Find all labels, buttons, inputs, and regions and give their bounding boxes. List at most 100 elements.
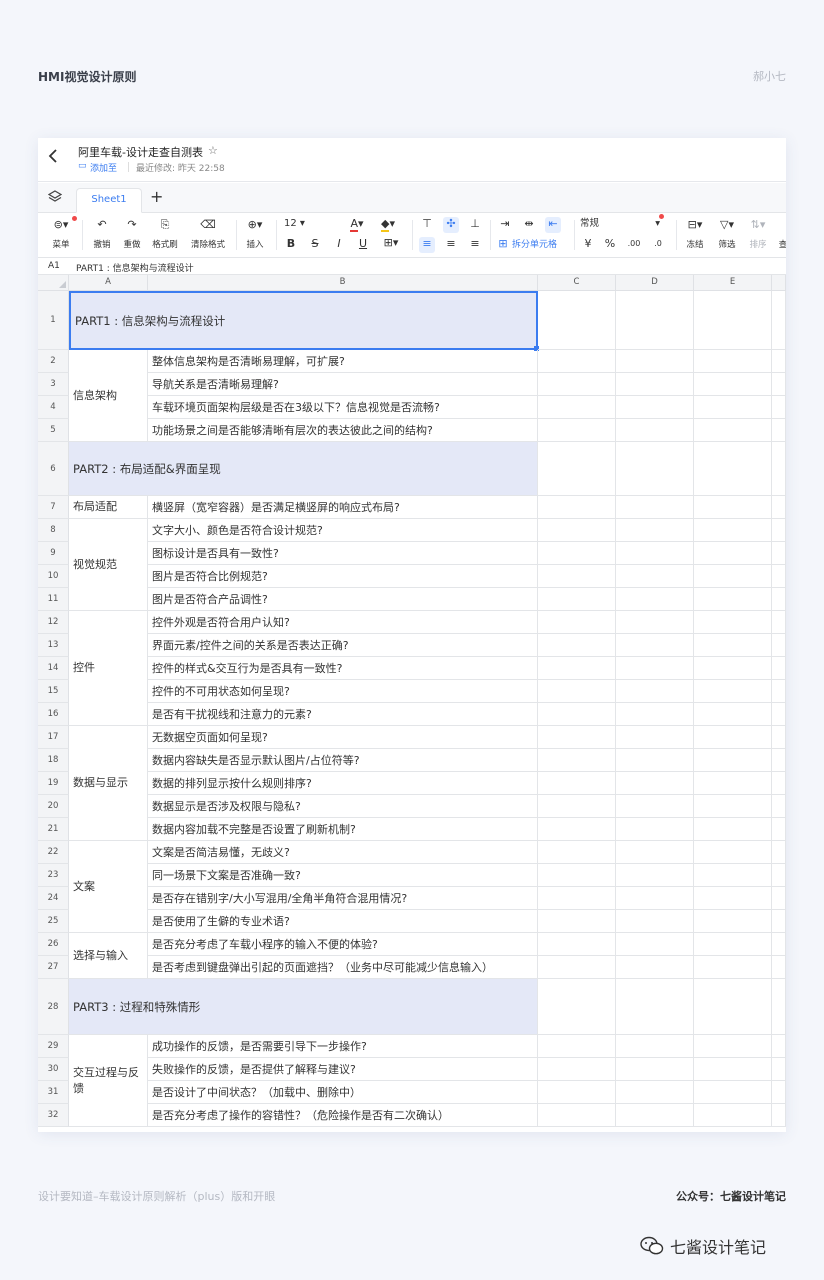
empty-cell[interactable] bbox=[538, 910, 616, 933]
add-to-link[interactable]: 添加至 bbox=[90, 161, 117, 174]
column-width-icon[interactable]: ⇹ bbox=[520, 217, 538, 231]
align-right-icon[interactable]: ≡ bbox=[466, 237, 484, 251]
category-cell[interactable]: 控件 bbox=[69, 611, 148, 726]
empty-cell[interactable] bbox=[772, 373, 786, 396]
empty-cell[interactable] bbox=[694, 818, 772, 841]
category-cell[interactable]: 数据与显示 bbox=[69, 726, 148, 841]
empty-cell[interactable] bbox=[772, 542, 786, 565]
back-icon[interactable] bbox=[48, 148, 64, 168]
empty-cell[interactable] bbox=[538, 795, 616, 818]
empty-cell[interactable] bbox=[694, 772, 772, 795]
folder-icon[interactable]: ▭ bbox=[78, 161, 87, 171]
fit-width-icon[interactable]: ⇥ bbox=[496, 217, 514, 231]
empty-cell[interactable] bbox=[772, 291, 786, 350]
category-cell[interactable]: 选择与输入 bbox=[69, 933, 148, 979]
category-cell[interactable]: 文案 bbox=[69, 841, 148, 933]
column-header-e[interactable]: E bbox=[694, 275, 772, 291]
checklist-item-cell[interactable]: 横竖屏（宽窄容器）是否满足横竖屏的响应式布局? bbox=[148, 496, 538, 519]
empty-cell[interactable] bbox=[694, 1104, 772, 1127]
empty-cell[interactable] bbox=[772, 749, 786, 772]
empty-cell[interactable] bbox=[694, 291, 772, 350]
empty-cell[interactable] bbox=[616, 657, 694, 680]
category-cell[interactable]: 交互过程与反馈 bbox=[69, 1035, 148, 1127]
wrap-text-icon[interactable]: ⇤ bbox=[544, 217, 562, 231]
empty-cell[interactable] bbox=[772, 1035, 786, 1058]
column-header-d[interactable]: D bbox=[616, 275, 694, 291]
row-header[interactable]: 15 bbox=[38, 680, 69, 703]
empty-cell[interactable] bbox=[538, 818, 616, 841]
checklist-item-cell[interactable]: 是否考虑到键盘弹出引起的页面遮挡？（业务中尽可能减少信息输入） bbox=[148, 956, 538, 979]
empty-cell[interactable] bbox=[694, 795, 772, 818]
empty-cell[interactable] bbox=[772, 657, 786, 680]
empty-cell[interactable] bbox=[772, 795, 786, 818]
empty-cell[interactable] bbox=[772, 772, 786, 795]
format-painter-icon[interactable]: ⎘ bbox=[148, 218, 182, 232]
checklist-item-cell[interactable]: 是否存在错别字/大小写混用/全角半角符合混用情况? bbox=[148, 887, 538, 910]
empty-cell[interactable] bbox=[772, 818, 786, 841]
empty-cell[interactable] bbox=[616, 350, 694, 373]
empty-cell[interactable] bbox=[772, 933, 786, 956]
empty-cell[interactable] bbox=[616, 519, 694, 542]
decrease-decimal-icon[interactable]: .00 bbox=[624, 237, 644, 251]
empty-cell[interactable] bbox=[616, 542, 694, 565]
empty-cell[interactable] bbox=[772, 442, 786, 496]
checklist-item-cell[interactable]: 车载环境页面架构层级是否在3级以下？信息视觉是否流畅? bbox=[148, 396, 538, 419]
font-color-icon[interactable]: A▾ bbox=[346, 217, 368, 232]
empty-cell[interactable] bbox=[694, 442, 772, 496]
section-header-cell[interactable]: PART2 : 布局适配&界面呈现 bbox=[69, 442, 538, 496]
align-center-icon[interactable]: ≡ bbox=[442, 237, 460, 251]
row-header[interactable]: 4 bbox=[38, 396, 69, 419]
empty-cell[interactable] bbox=[772, 565, 786, 588]
row-header[interactable]: 6 bbox=[38, 442, 69, 496]
empty-cell[interactable] bbox=[538, 749, 616, 772]
empty-cell[interactable] bbox=[772, 726, 786, 749]
empty-cell[interactable] bbox=[538, 680, 616, 703]
category-cell[interactable]: 信息架构 bbox=[69, 350, 148, 442]
row-header[interactable]: 18 bbox=[38, 749, 69, 772]
empty-cell[interactable] bbox=[694, 680, 772, 703]
empty-cell[interactable] bbox=[694, 979, 772, 1035]
checklist-item-cell[interactable]: 无数据空页面如何呈现? bbox=[148, 726, 538, 749]
section-header-cell[interactable]: PART3 : 过程和特殊情形 bbox=[69, 979, 538, 1035]
row-header[interactable]: 1 bbox=[38, 291, 69, 350]
empty-cell[interactable] bbox=[616, 565, 694, 588]
row-header[interactable]: 10 bbox=[38, 565, 69, 588]
empty-cell[interactable] bbox=[694, 565, 772, 588]
empty-cell[interactable] bbox=[694, 496, 772, 519]
row-header[interactable]: 27 bbox=[38, 956, 69, 979]
empty-cell[interactable] bbox=[538, 291, 616, 350]
empty-cell[interactable] bbox=[616, 933, 694, 956]
empty-cell[interactable] bbox=[694, 373, 772, 396]
checklist-item-cell[interactable]: 图标设计是否具有一致性? bbox=[148, 542, 538, 565]
empty-cell[interactable] bbox=[616, 956, 694, 979]
empty-cell[interactable] bbox=[538, 887, 616, 910]
filter-icon[interactable]: ▽▾ bbox=[712, 218, 742, 232]
row-header[interactable]: 21 bbox=[38, 818, 69, 841]
row-header[interactable]: 13 bbox=[38, 634, 69, 657]
empty-cell[interactable] bbox=[538, 634, 616, 657]
empty-cell[interactable] bbox=[538, 1058, 616, 1081]
empty-cell[interactable] bbox=[616, 442, 694, 496]
row-header[interactable]: 29 bbox=[38, 1035, 69, 1058]
empty-cell[interactable] bbox=[772, 611, 786, 634]
row-header[interactable]: 32 bbox=[38, 1104, 69, 1127]
empty-cell[interactable] bbox=[772, 680, 786, 703]
menu-icon[interactable]: ⊜▾ bbox=[46, 218, 76, 232]
checklist-item-cell[interactable]: 数据显示是否涉及权限与隐私? bbox=[148, 795, 538, 818]
empty-cell[interactable] bbox=[772, 496, 786, 519]
empty-cell[interactable] bbox=[616, 1104, 694, 1127]
bold-icon[interactable]: B bbox=[282, 237, 300, 251]
empty-cell[interactable] bbox=[694, 588, 772, 611]
empty-cell[interactable] bbox=[694, 634, 772, 657]
empty-cell[interactable] bbox=[616, 979, 694, 1035]
row-header[interactable]: 20 bbox=[38, 795, 69, 818]
empty-cell[interactable] bbox=[616, 1058, 694, 1081]
empty-cell[interactable] bbox=[538, 350, 616, 373]
row-header[interactable]: 14 bbox=[38, 657, 69, 680]
empty-cell[interactable] bbox=[616, 588, 694, 611]
row-header[interactable]: 25 bbox=[38, 910, 69, 933]
empty-cell[interactable] bbox=[694, 350, 772, 373]
select-all-corner[interactable] bbox=[38, 275, 69, 291]
empty-cell[interactable] bbox=[616, 1035, 694, 1058]
border-icon[interactable]: ⊞▾ bbox=[378, 236, 404, 250]
